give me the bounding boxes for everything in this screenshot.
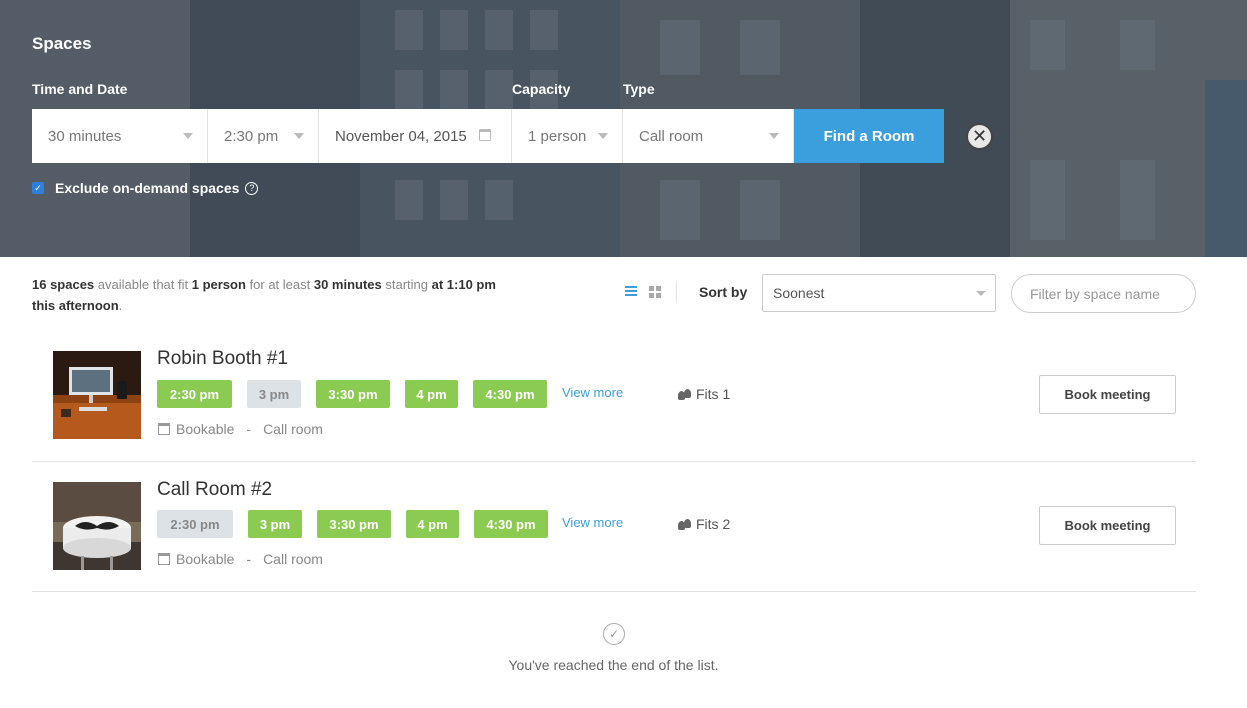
summary-text: available that fit xyxy=(94,277,192,292)
time-slot[interactable]: 3 pm xyxy=(247,380,301,408)
end-of-list-message: You've reached the end of the list. xyxy=(508,657,719,673)
time-slot[interactable]: 4 pm xyxy=(405,380,458,408)
calendar-icon xyxy=(158,553,170,565)
grid-view-icon[interactable] xyxy=(649,286,661,298)
time-slot[interactable]: 4 pm xyxy=(406,510,459,538)
page-title: Spaces xyxy=(32,34,92,53)
checkbox-checked-icon[interactable]: ✓ xyxy=(32,182,44,194)
capacity-value: 1 person xyxy=(528,127,587,145)
divider xyxy=(676,281,677,303)
people-icon xyxy=(678,518,692,530)
help-icon[interactable]: ? xyxy=(245,181,259,195)
separator: - xyxy=(246,551,252,567)
summary-capacity: 1 person xyxy=(191,277,246,292)
book-meeting-button[interactable]: Book meeting xyxy=(1039,375,1176,414)
room-row: Call Room #2 2:30 pm 3 pm 3:30 pm 4 pm 4… xyxy=(32,461,1196,592)
fits-label: Fits 1 xyxy=(696,386,731,402)
view-more-link[interactable]: View more xyxy=(562,385,623,400)
time-slots: 2:30 pm 3 pm 3:30 pm 4 pm 4:30 pm xyxy=(157,380,562,408)
exclude-on-demand-checkbox[interactable]: ✓ Exclude on-demand spaces ? xyxy=(32,180,259,196)
summary-text: . xyxy=(118,298,123,313)
chevron-down-icon xyxy=(976,291,986,296)
type-label: Type xyxy=(623,81,655,97)
room-row: Robin Booth #1 2:30 pm 3 pm 3:30 pm 4 pm… xyxy=(32,331,1196,462)
date-picker[interactable]: November 04, 2015 xyxy=(319,109,512,163)
time-slot[interactable]: 3:30 pm xyxy=(316,380,390,408)
capacity-info: Fits 1 xyxy=(678,386,730,402)
type-value: Call room xyxy=(639,127,704,145)
room-meta: Bookable - Call room xyxy=(158,421,323,437)
checkmark-icon: ✓ xyxy=(603,623,625,645)
room-thumbnail[interactable] xyxy=(53,351,141,439)
summary-when: this afternoon xyxy=(32,298,119,313)
time-slot[interactable]: 4:30 pm xyxy=(474,510,548,538)
people-icon xyxy=(678,388,692,400)
duration-value: 30 minutes xyxy=(48,127,122,145)
room-meta: Bookable - Call room xyxy=(158,551,323,567)
filter-space-name-input[interactable] xyxy=(1011,274,1196,313)
sort-select[interactable]: Soonest xyxy=(762,274,996,312)
type-select[interactable]: Call room xyxy=(623,109,794,163)
calendar-icon xyxy=(158,423,170,435)
book-meeting-button[interactable]: Book meeting xyxy=(1039,506,1176,545)
room-type: Call room xyxy=(263,551,323,567)
results-summary: 16 spaces available that fit 1 person fo… xyxy=(32,274,532,316)
sort-by-label: Sort by xyxy=(699,284,748,300)
capacity-select[interactable]: 1 person xyxy=(512,109,623,163)
time-slots: 2:30 pm 3 pm 3:30 pm 4 pm 4:30 pm xyxy=(157,510,563,538)
room-name[interactable]: Call Room #2 xyxy=(157,479,272,501)
duration-select[interactable]: 30 minutes xyxy=(32,109,208,163)
bookable-label: Bookable xyxy=(176,551,235,567)
capacity-label: Capacity xyxy=(512,81,571,97)
time-slot[interactable]: 2:30 pm xyxy=(157,510,233,538)
summary-duration: 30 minutes xyxy=(313,277,382,292)
time-date-label: Time and Date xyxy=(32,81,128,97)
room-type: Call room xyxy=(263,421,323,437)
bookable-label: Bookable xyxy=(176,421,235,437)
separator: - xyxy=(246,421,252,437)
summary-text: starting xyxy=(381,277,432,292)
chevron-down-icon xyxy=(294,133,304,139)
room-name[interactable]: Robin Booth #1 xyxy=(157,348,288,370)
fits-label: Fits 2 xyxy=(696,516,731,532)
list-view-icon[interactable] xyxy=(625,286,637,298)
exclude-label: Exclude on-demand spaces xyxy=(55,180,240,196)
close-icon[interactable]: ✕ xyxy=(966,123,993,150)
view-more-link[interactable]: View more xyxy=(562,515,623,530)
time-slot[interactable]: 2:30 pm xyxy=(157,380,232,408)
chevron-down-icon xyxy=(598,133,608,139)
room-thumbnail[interactable] xyxy=(53,482,141,570)
sort-value: Soonest xyxy=(773,285,825,301)
date-value: November 04, 2015 xyxy=(335,127,467,145)
time-slot[interactable]: 4:30 pm xyxy=(473,380,547,408)
chevron-down-icon xyxy=(769,133,779,139)
time-value: 2:30 pm xyxy=(224,127,279,145)
find-room-button[interactable]: Find a Room xyxy=(794,109,944,163)
summary-count: 16 spaces xyxy=(32,277,95,292)
hero-banner: Spaces Time and Date Capacity Type 30 mi… xyxy=(0,0,1247,257)
time-slot[interactable]: 3:30 pm xyxy=(317,510,391,538)
calendar-icon xyxy=(479,129,491,141)
chevron-down-icon xyxy=(183,133,193,139)
time-slot[interactable]: 3 pm xyxy=(248,510,302,538)
capacity-info: Fits 2 xyxy=(678,516,730,532)
summary-start: at 1:10 pm xyxy=(431,277,496,292)
summary-text: for at least xyxy=(245,277,314,292)
time-select[interactable]: 2:30 pm xyxy=(208,109,319,163)
